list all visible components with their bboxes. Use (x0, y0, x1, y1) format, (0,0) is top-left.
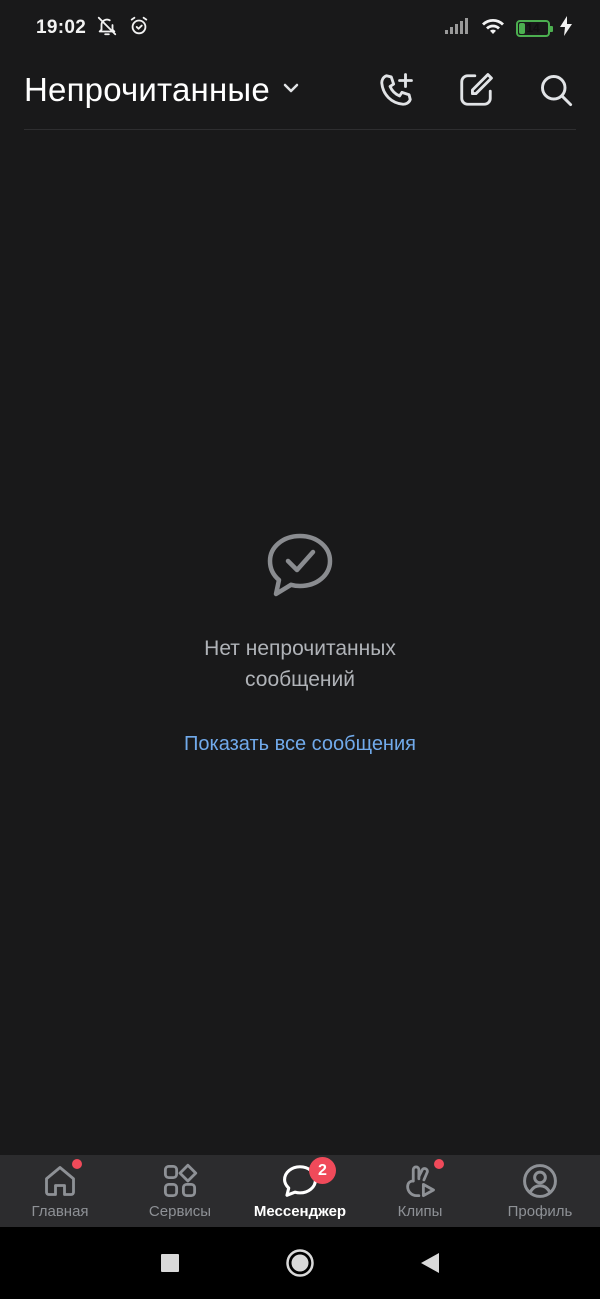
recents-icon (161, 1254, 179, 1272)
mute-bell-icon (96, 15, 118, 42)
unread-badge: 2 (309, 1157, 336, 1184)
battery-level: 14 (526, 20, 540, 35)
system-nav-bar (0, 1227, 600, 1299)
profile-icon (520, 1161, 560, 1201)
tab-home[interactable]: Главная (0, 1155, 120, 1227)
compose-icon (460, 72, 493, 106)
tab-label: Мессенджер (253, 1203, 347, 1220)
chevron-down-icon (282, 81, 300, 99)
search-icon (541, 74, 573, 106)
add-call-icon (380, 72, 413, 106)
tab-profile[interactable]: Профиль (480, 1155, 600, 1227)
notification-dot (434, 1159, 444, 1169)
header-actions (376, 70, 576, 110)
tab-label: Профиль (507, 1203, 573, 1220)
tab-label: Сервисы (148, 1203, 212, 1220)
compose-button[interactable] (456, 70, 496, 110)
home-icon (40, 1159, 82, 1201)
tab-services[interactable]: Сервисы (120, 1155, 240, 1227)
show-all-messages-link[interactable]: Показать все сообщения (184, 733, 416, 756)
services-icon (160, 1161, 200, 1201)
messenger-icon: 2 (280, 1157, 336, 1201)
tab-label: Клипы (397, 1203, 443, 1220)
tab-label: Главная (31, 1203, 89, 1220)
status-right: 14 (444, 15, 572, 41)
wifi-icon (480, 16, 506, 41)
home-button[interactable] (280, 1243, 320, 1283)
battery-icon: 14 (516, 19, 553, 37)
empty-state-text: Нет непрочитанных сообщений (204, 637, 396, 691)
charging-icon (560, 15, 572, 41)
clips-icon (400, 1159, 444, 1201)
home-circle-icon (286, 1249, 314, 1277)
battery-fill (519, 22, 525, 34)
empty-state: Нет непрочитанных сообщений Показать все… (0, 530, 600, 756)
tab-bar: Главная Сервисы 2 Мессенджер Клипы Профи… (0, 1155, 600, 1227)
back-icon (421, 1253, 439, 1273)
alarm-icon (128, 15, 150, 42)
signal-icon (444, 17, 470, 40)
message-check-icon (264, 530, 336, 605)
page-title: Непрочитанные (24, 70, 270, 108)
filter-dropdown[interactable]: Непрочитанные (24, 71, 300, 109)
status-left: 19:02 (36, 15, 150, 42)
status-bar: 19:02 14 (0, 0, 600, 56)
recents-button[interactable] (150, 1243, 190, 1283)
status-time: 19:02 (36, 17, 87, 38)
notification-dot (72, 1159, 82, 1169)
add-call-button[interactable] (376, 70, 416, 110)
tab-messenger[interactable]: 2 Мессенджер (240, 1155, 360, 1227)
back-button[interactable] (410, 1243, 450, 1283)
search-button[interactable] (536, 70, 576, 110)
header: Непрочитанные (24, 64, 576, 130)
tab-clips[interactable]: Клипы (360, 1155, 480, 1227)
